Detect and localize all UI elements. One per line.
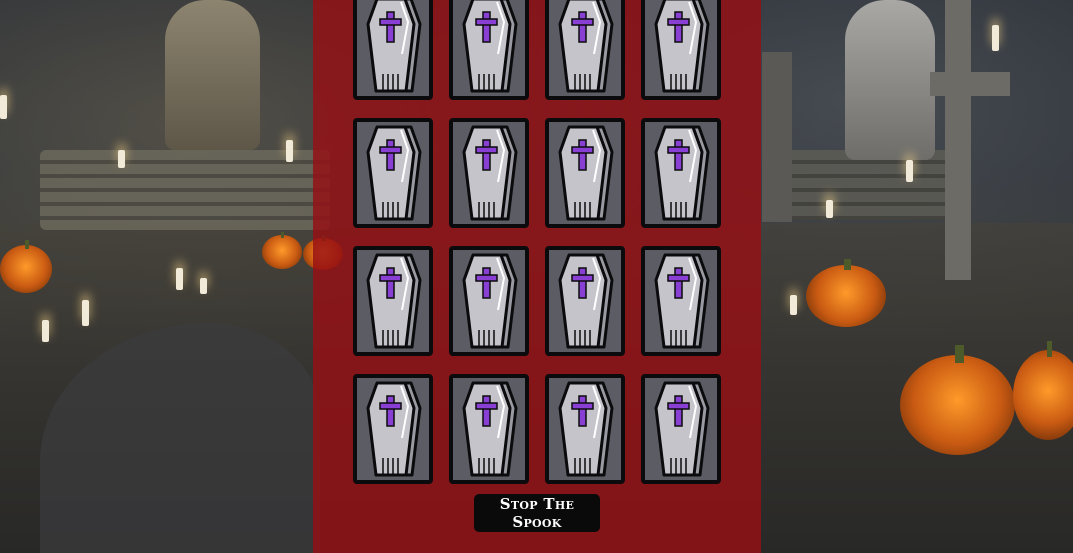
- coffin-icon: [558, 0, 614, 93]
- memory-card[interactable]: [449, 118, 529, 228]
- memory-card[interactable]: [545, 374, 625, 484]
- coffin-icon: [462, 125, 518, 221]
- coffin-icon: [654, 381, 710, 477]
- grave-cross-arm: [930, 72, 1010, 96]
- memory-card[interactable]: [353, 0, 433, 100]
- coffin-icon: [462, 253, 518, 349]
- memory-card[interactable]: [449, 0, 529, 100]
- coffin-icon: [366, 0, 422, 93]
- jack-o-lantern: [806, 258, 886, 327]
- memory-card[interactable]: [449, 374, 529, 484]
- coffin-icon: [462, 381, 518, 477]
- coffin-icon: [462, 0, 518, 93]
- candle: [118, 150, 125, 168]
- candle: [826, 200, 833, 218]
- grave-cross: [945, 0, 971, 280]
- memory-card[interactable]: [545, 0, 625, 100]
- memory-card[interactable]: [545, 246, 625, 356]
- memory-card[interactable]: [353, 118, 433, 228]
- coffin-icon: [558, 381, 614, 477]
- jack-o-lantern: [262, 231, 302, 269]
- candle: [42, 320, 49, 342]
- memory-card[interactable]: [641, 0, 721, 100]
- candle: [176, 268, 183, 290]
- memory-card[interactable]: [353, 374, 433, 484]
- candle: [0, 95, 7, 119]
- coffin-icon: [558, 125, 614, 221]
- coffin-icon: [558, 253, 614, 349]
- candle: [82, 300, 89, 326]
- memory-card[interactable]: [641, 246, 721, 356]
- statue-left: [165, 0, 260, 150]
- candle: [992, 25, 999, 51]
- stone-stairs-left: [40, 150, 330, 230]
- candle: [286, 140, 293, 162]
- coffin-icon: [654, 0, 710, 93]
- candle: [790, 295, 797, 315]
- statue-right: [845, 0, 935, 160]
- coffin-icon: [654, 253, 710, 349]
- tombstone: [762, 52, 792, 222]
- coffin-icon: [366, 125, 422, 221]
- memory-card[interactable]: [641, 118, 721, 228]
- memory-card[interactable]: [641, 374, 721, 484]
- coffin-icon: [366, 253, 422, 349]
- jack-o-lantern: [900, 345, 1015, 455]
- memory-card[interactable]: [449, 246, 529, 356]
- candle: [906, 160, 913, 182]
- memory-card[interactable]: [353, 246, 433, 356]
- stone-stairs-right: [780, 150, 950, 220]
- coffin-icon: [366, 381, 422, 477]
- card-grid: [353, 0, 721, 484]
- candle: [200, 278, 207, 294]
- memory-card[interactable]: [545, 118, 625, 228]
- stop-the-spook-button[interactable]: Stop The Spook: [474, 494, 600, 532]
- coffin-icon: [654, 125, 710, 221]
- graveyard-background: Stop The Spook: [0, 0, 1073, 553]
- jack-o-lantern: [0, 240, 52, 293]
